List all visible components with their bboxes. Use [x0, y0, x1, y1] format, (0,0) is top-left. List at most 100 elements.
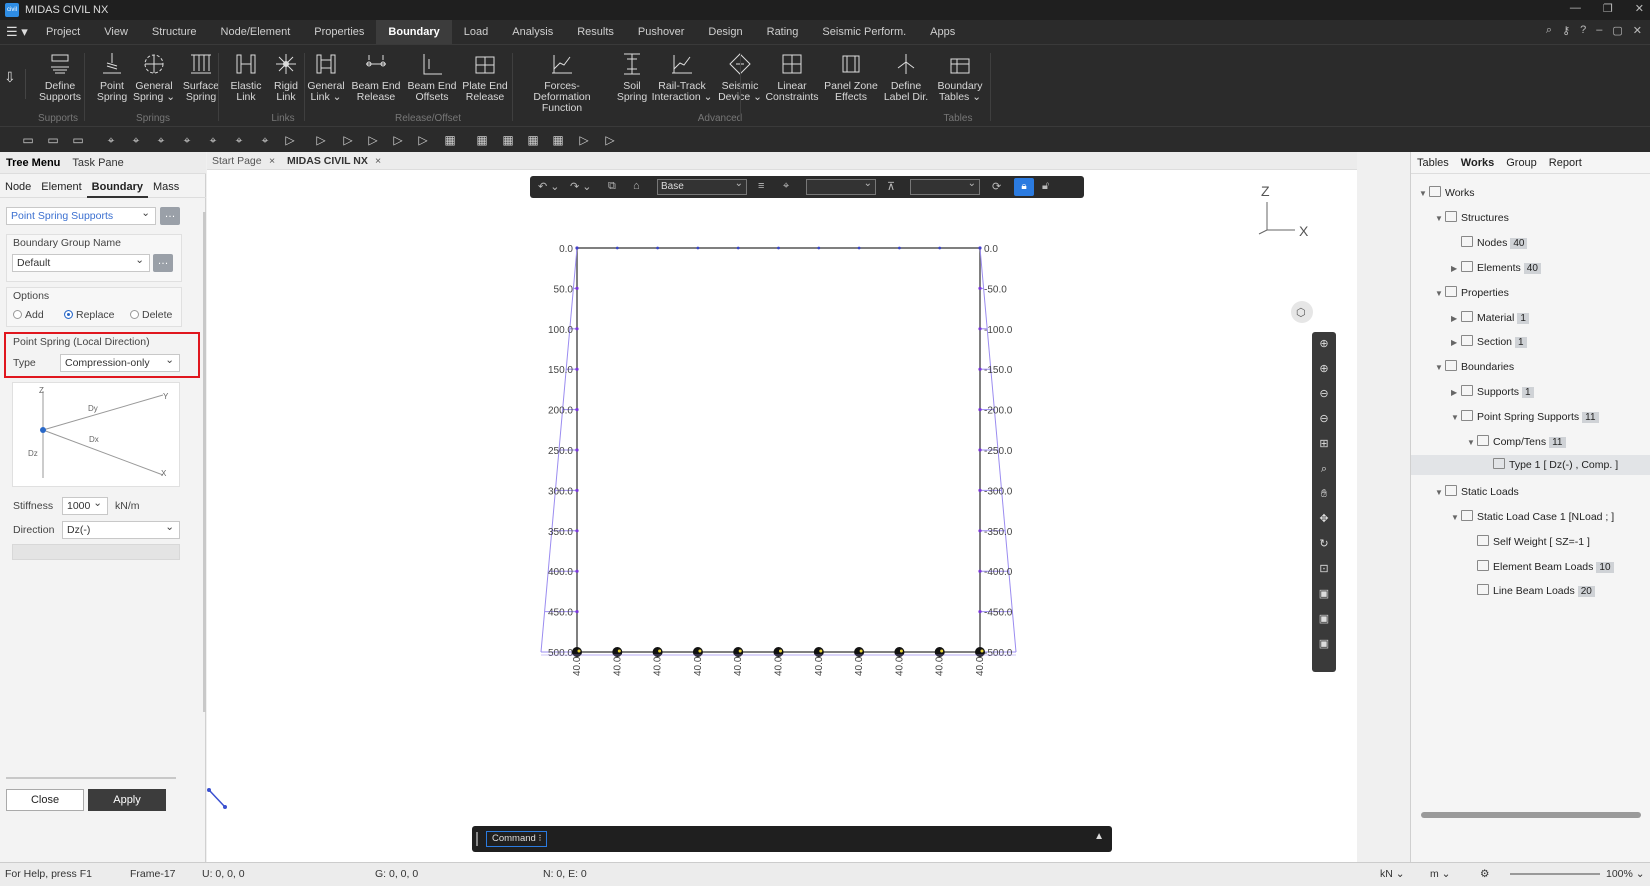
- force-unit-select[interactable]: kN ⌄: [1380, 868, 1405, 880]
- tree-expander-icon[interactable]: ▼: [1451, 413, 1461, 422]
- pane-scrollbar[interactable]: [6, 777, 176, 779]
- tree-node[interactable]: Type 1 [ Dz(-) , Comp. ]: [1411, 454, 1650, 475]
- tree-node[interactable]: Nodes 40: [1451, 235, 1528, 249]
- quick-tool-21-icon[interactable]: ▷: [576, 132, 592, 148]
- node[interactable]: [978, 529, 982, 533]
- top-node[interactable]: [696, 246, 700, 250]
- tree-node[interactable]: Element Beam Loads 10: [1467, 559, 1614, 573]
- zoom-slider[interactable]: [1510, 873, 1600, 875]
- tree-expander-icon[interactable]: ▼: [1451, 513, 1461, 522]
- tree-expander-icon[interactable]: ▶: [1451, 264, 1461, 273]
- node[interactable]: [978, 488, 982, 492]
- tree-expander-icon[interactable]: ▼: [1435, 363, 1445, 372]
- tree-expander-icon[interactable]: ▼: [1435, 488, 1445, 497]
- zoom-dynamic-icon[interactable]: ⌕: [1312, 457, 1336, 482]
- top-node[interactable]: [575, 246, 579, 250]
- quick-tool-9-icon[interactable]: ⌖: [257, 132, 273, 148]
- node[interactable]: [575, 488, 579, 492]
- unit-settings-icon[interactable]: ⚙︎: [1480, 868, 1489, 880]
- tree-node[interactable]: ▼ Comp/Tens 11: [1467, 435, 1566, 448]
- menu-structure[interactable]: Structure: [140, 20, 209, 44]
- win-min-icon[interactable]: –: [1596, 24, 1602, 37]
- mode-select[interactable]: Point Spring Supports: [6, 205, 156, 225]
- node[interactable]: [978, 286, 982, 290]
- apply-button[interactable]: Apply: [88, 789, 166, 811]
- zoom-out-icon[interactable]: ⊖: [1312, 382, 1336, 407]
- option-delete[interactable]: Delete: [130, 309, 172, 321]
- top-node[interactable]: [898, 246, 901, 250]
- zoom-region-icon[interactable]: ⊞: [1312, 432, 1336, 457]
- zoom-select[interactable]: 100% ⌄: [1606, 868, 1645, 880]
- point-spring-support-icon[interactable]: [975, 647, 985, 657]
- command-input[interactable]: Command ⁝: [486, 831, 548, 847]
- close-button[interactable]: Close: [6, 789, 84, 811]
- hamburger-menu-icon[interactable]: ☰ ▾: [0, 24, 34, 40]
- tree-expander-icon[interactable]: ▶: [1451, 388, 1461, 397]
- command-expand-icon[interactable]: ▲: [1094, 831, 1104, 842]
- pan-icon[interactable]: ✋︎: [1312, 482, 1336, 507]
- view-front-icon[interactable]: ▣: [1312, 607, 1336, 632]
- quick-tool-17-icon[interactable]: ▦: [474, 132, 490, 148]
- quick-tool-12-icon[interactable]: ▷: [340, 132, 356, 148]
- group-more-button[interactable]: …: [153, 254, 173, 272]
- node[interactable]: [978, 367, 982, 371]
- tree-node[interactable]: ▼ Boundaries: [1435, 360, 1514, 373]
- tree-node[interactable]: ▶ Elements 40: [1451, 260, 1541, 274]
- option-add[interactable]: Add: [13, 309, 44, 321]
- tab-tree-menu[interactable]: Tree Menu: [0, 157, 66, 169]
- quick-tool-14-icon[interactable]: ▷: [390, 132, 406, 148]
- node[interactable]: [978, 448, 982, 452]
- menu-load[interactable]: Load: [452, 20, 500, 44]
- top-node[interactable]: [777, 246, 780, 250]
- tree-node[interactable]: ▼ Structures: [1435, 210, 1509, 224]
- node[interactable]: [978, 408, 982, 412]
- menu-view[interactable]: View: [92, 20, 140, 44]
- tree-expander-icon[interactable]: ▼: [1435, 289, 1445, 298]
- menu-analysis[interactable]: Analysis: [500, 20, 565, 44]
- node[interactable]: [575, 367, 579, 371]
- tree-hscroll[interactable]: [1421, 812, 1641, 818]
- menu-results[interactable]: Results: [565, 20, 626, 44]
- rotate-dynamic-icon[interactable]: ↻: [1312, 532, 1336, 557]
- node[interactable]: [575, 286, 579, 290]
- help-icon[interactable]: ?: [1580, 24, 1586, 37]
- top-node[interactable]: [656, 246, 659, 250]
- tree-node[interactable]: ▼ Static Loads: [1435, 484, 1519, 498]
- tab-report[interactable]: Report: [1543, 157, 1588, 169]
- node[interactable]: [978, 610, 982, 614]
- tree-expander-icon[interactable]: ▼: [1435, 214, 1445, 223]
- key-icon[interactable]: ⚷: [1562, 24, 1570, 37]
- node[interactable]: [575, 448, 579, 452]
- point-spring-support-icon[interactable]: [612, 647, 623, 657]
- tab-element[interactable]: Element: [36, 181, 86, 193]
- frame-elements[interactable]: [576, 247, 981, 653]
- tab-boundary[interactable]: Boundary: [86, 176, 148, 198]
- menu-rating[interactable]: Rating: [755, 20, 811, 44]
- tree-node[interactable]: ▼ Point Spring Supports 11: [1451, 410, 1599, 424]
- rotate-icon[interactable]: ✥: [1312, 507, 1336, 532]
- menu-apps[interactable]: Apps: [918, 20, 967, 44]
- quick-tool-16-icon[interactable]: ▦: [442, 132, 458, 148]
- stiffness-input[interactable]: 1000: [62, 495, 108, 515]
- point-spring-support-icon[interactable]: [572, 647, 582, 657]
- quick-tool-18-icon[interactable]: ▦: [500, 132, 516, 148]
- quick-tool-7-icon[interactable]: ⌖: [205, 132, 221, 148]
- tab-works[interactable]: Works: [1455, 157, 1500, 169]
- mode-more-button[interactable]: …: [160, 207, 180, 225]
- top-node[interactable]: [736, 246, 740, 250]
- quick-tool-5-icon[interactable]: ⌖: [153, 132, 169, 148]
- model-viewport[interactable]: Start Page × MIDAS CIVIL NX × ↶ ⌄ ↷ ⌄ ⧉ …: [207, 152, 1357, 862]
- menu-properties[interactable]: Properties: [302, 20, 376, 44]
- tree-expander-icon[interactable]: ▼: [1419, 189, 1429, 198]
- quick-tool-3-icon[interactable]: ⌖: [103, 132, 119, 148]
- close-icon[interactable]: ✕: [1635, 2, 1644, 15]
- group-select[interactable]: Default: [12, 252, 150, 272]
- view-top-icon[interactable]: ▣: [1312, 582, 1336, 607]
- tree-node[interactable]: ▼ Static Load Case 1 [NLoad ; ]: [1451, 509, 1614, 523]
- tree-expander-icon[interactable]: ▼: [1467, 438, 1477, 447]
- quick-tool-19-icon[interactable]: ▦: [525, 132, 541, 148]
- win-close-icon[interactable]: ✕: [1633, 24, 1642, 37]
- tree-node[interactable]: ▼ Works: [1419, 186, 1475, 199]
- ribbon-boundary-tables-button[interactable]: Boundary Tables ⌄: [915, 51, 1005, 103]
- tree-node[interactable]: Line Beam Loads 20: [1467, 584, 1595, 598]
